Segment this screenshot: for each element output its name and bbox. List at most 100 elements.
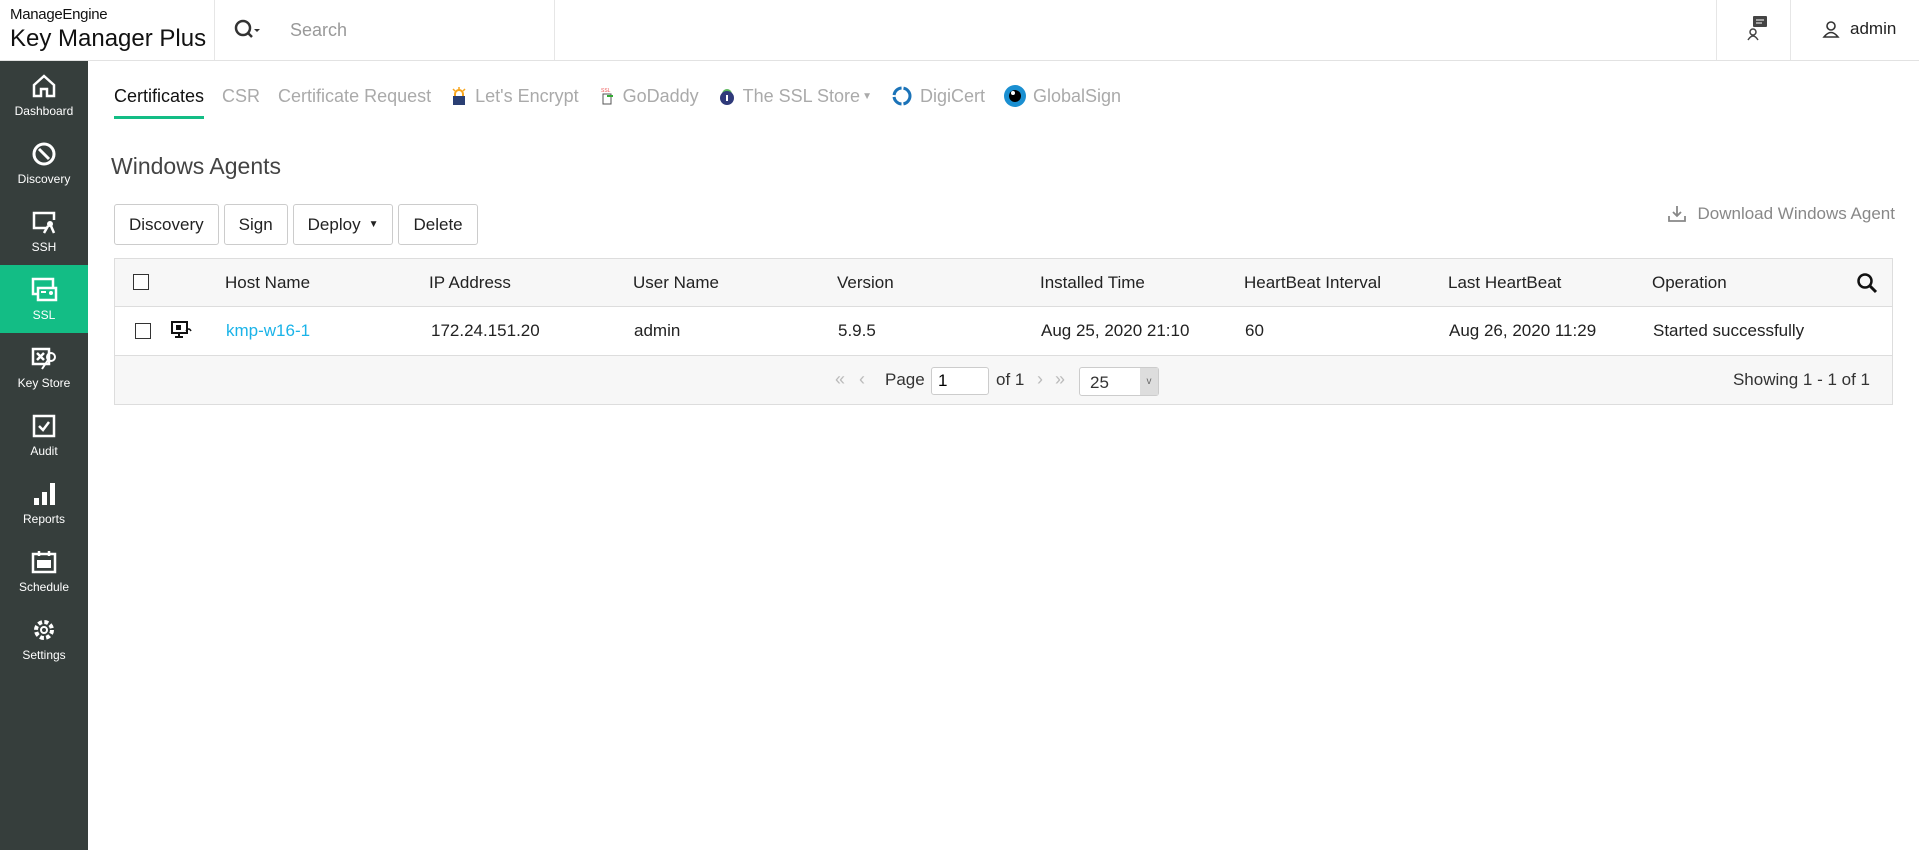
column-header[interactable]: User Name <box>633 273 719 293</box>
tab-label: The SSL Store <box>742 85 861 106</box>
sidebar-item-ssl[interactable]: SSL <box>0 265 88 333</box>
download-label: Download Windows Agent <box>1697 204 1895 223</box>
tab-the-ssl-store[interactable]: The SSL Store ▼ <box>717 86 872 119</box>
version-cell: 5.9.5 <box>838 321 876 340</box>
table-row: kmp-w16-1 172.24.151.20 admin 5.9.5 Aug … <box>115 307 1892 355</box>
divider <box>554 0 555 60</box>
tab-label: CSR <box>222 85 261 106</box>
chevron-down-icon: v <box>1140 368 1158 395</box>
digicert-icon <box>892 86 912 106</box>
table-header-row: Host Name IP Address User Name Version I… <box>115 259 1892 307</box>
sidebar-label: SSL <box>32 308 56 322</box>
tab-godaddy[interactable]: SSL GoDaddy <box>597 86 699 119</box>
tab-globalsign[interactable]: GlobalSign <box>1003 84 1121 120</box>
pagination-bar: « ‹ Page of 1 › » 25 v Showing 1 - 1 of … <box>115 355 1892 404</box>
sidebar-label: Reports <box>22 512 66 526</box>
select-all-checkbox[interactable] <box>133 274 149 290</box>
user-menu[interactable]: admin <box>1822 19 1896 39</box>
installed-time-cell: Aug 25, 2020 21:10 <box>1041 321 1190 340</box>
logo[interactable]: ManageEngine Key Manager Plus <box>10 6 206 53</box>
bar-chart-icon <box>34 483 55 505</box>
gear-icon <box>34 620 54 640</box>
tab-label: GlobalSign <box>1032 85 1122 106</box>
tab-label: GoDaddy <box>622 85 699 106</box>
column-header[interactable]: Version <box>837 273 894 293</box>
ssh-icon <box>32 211 56 234</box>
column-header[interactable]: IP Address <box>429 273 511 293</box>
operation-cell: Started successfully <box>1653 321 1805 340</box>
column-header[interactable]: Last HeartBeat <box>1448 273 1561 293</box>
key-store-icon <box>31 347 56 370</box>
download-icon <box>1668 206 1687 222</box>
tab-bar: Certificates CSR Certificate Request Let… <box>114 84 1121 120</box>
home-icon <box>32 74 56 98</box>
search-icon[interactable] <box>1856 272 1878 294</box>
showing-count: Showing 1 - 1 of 1 <box>1732 370 1870 389</box>
tab-lets-encrypt[interactable]: Let's Encrypt <box>449 86 579 119</box>
page-number-input[interactable] <box>931 367 989 395</box>
tab-digicert[interactable]: DigiCert <box>890 84 985 120</box>
download-windows-agent-link[interactable]: Download Windows Agent <box>1667 204 1895 224</box>
sidebar-item-ssh[interactable]: SSH <box>0 197 88 265</box>
sidebar-item-reports[interactable]: Reports <box>0 469 88 537</box>
first-page-icon[interactable]: « <box>835 369 845 390</box>
sidebar-item-key-store[interactable]: Key Store <box>0 333 88 401</box>
sidebar-item-audit[interactable]: Audit <box>0 401 88 469</box>
sidebar-label: Audit <box>30 444 58 458</box>
tab-certificates[interactable]: Certificates <box>114 85 205 119</box>
globalsign-icon <box>1003 85 1026 107</box>
column-header[interactable]: Operation <box>1652 273 1727 293</box>
ip-address-cell: 172.24.151.20 <box>431 321 540 340</box>
chevron-down-icon: ▼ <box>862 90 872 102</box>
divider <box>1790 0 1791 60</box>
calendar-icon <box>31 551 57 574</box>
windows-agent-icon <box>171 321 192 338</box>
caret-down-icon: ▼ <box>368 219 379 230</box>
sidebar-item-schedule[interactable]: Schedule <box>0 537 88 605</box>
discovery-button[interactable]: Discovery <box>114 204 219 245</box>
sidebar-label: SSH <box>31 240 57 254</box>
sidebar: Dashboard Discovery SSH SSL Key Store Au… <box>0 61 88 850</box>
tab-label: Certificates <box>114 85 205 106</box>
sidebar-label: Settings <box>22 648 66 662</box>
page-label: Page <box>885 370 925 389</box>
column-header[interactable]: HeartBeat Interval <box>1244 273 1381 293</box>
divider <box>214 0 215 60</box>
search-input[interactable] <box>290 16 540 44</box>
tab-certificate-request[interactable]: Certificate Request <box>278 86 431 119</box>
tab-label: DigiCert <box>919 85 985 106</box>
sidebar-item-dashboard[interactable]: Dashboard <box>0 61 88 129</box>
page-size-select[interactable]: 25 v <box>1079 367 1159 396</box>
certificate-icon <box>31 277 58 302</box>
product-name: Key Manager Plus <box>10 25 207 52</box>
delete-button[interactable]: Delete <box>398 204 478 245</box>
heartbeat-interval-cell: 60 <box>1245 321 1264 340</box>
deploy-button[interactable]: Deploy ▼ <box>292 204 394 245</box>
host-name-link[interactable]: kmp-w16-1 <box>226 321 310 341</box>
compass-icon <box>32 142 56 166</box>
sidebar-label: Schedule <box>18 580 70 594</box>
next-page-icon[interactable]: › <box>1037 369 1043 390</box>
sign-button[interactable]: Sign <box>223 204 288 245</box>
search-scope-icon[interactable] <box>234 18 262 48</box>
sidebar-item-settings[interactable]: Settings <box>0 605 88 673</box>
lets-encrypt-icon <box>452 87 466 105</box>
sidebar-label: Dashboard <box>14 104 74 118</box>
notification-icon[interactable] <box>1745 14 1771 42</box>
column-header[interactable]: Host Name <box>225 273 310 293</box>
last-page-icon[interactable]: » <box>1055 369 1065 390</box>
page-count: of 1 <box>996 370 1025 389</box>
row-checkbox[interactable] <box>135 323 151 339</box>
user-name-cell: admin <box>634 321 681 340</box>
toolbar: Discovery Sign Deploy ▼ Delete <box>114 204 478 245</box>
brand-name: ManageEngine <box>10 6 108 23</box>
user-icon <box>1822 21 1840 38</box>
tab-csr[interactable]: CSR <box>222 86 260 119</box>
divider <box>1716 0 1717 60</box>
svg-text:SSL: SSL <box>601 88 611 94</box>
sidebar-item-discovery[interactable]: Discovery <box>0 129 88 197</box>
sidebar-label: Discovery <box>17 172 71 186</box>
column-header[interactable]: Installed Time <box>1040 273 1145 293</box>
agents-table: Host Name IP Address User Name Version I… <box>114 258 1893 405</box>
prev-page-icon[interactable]: ‹ <box>859 369 865 390</box>
